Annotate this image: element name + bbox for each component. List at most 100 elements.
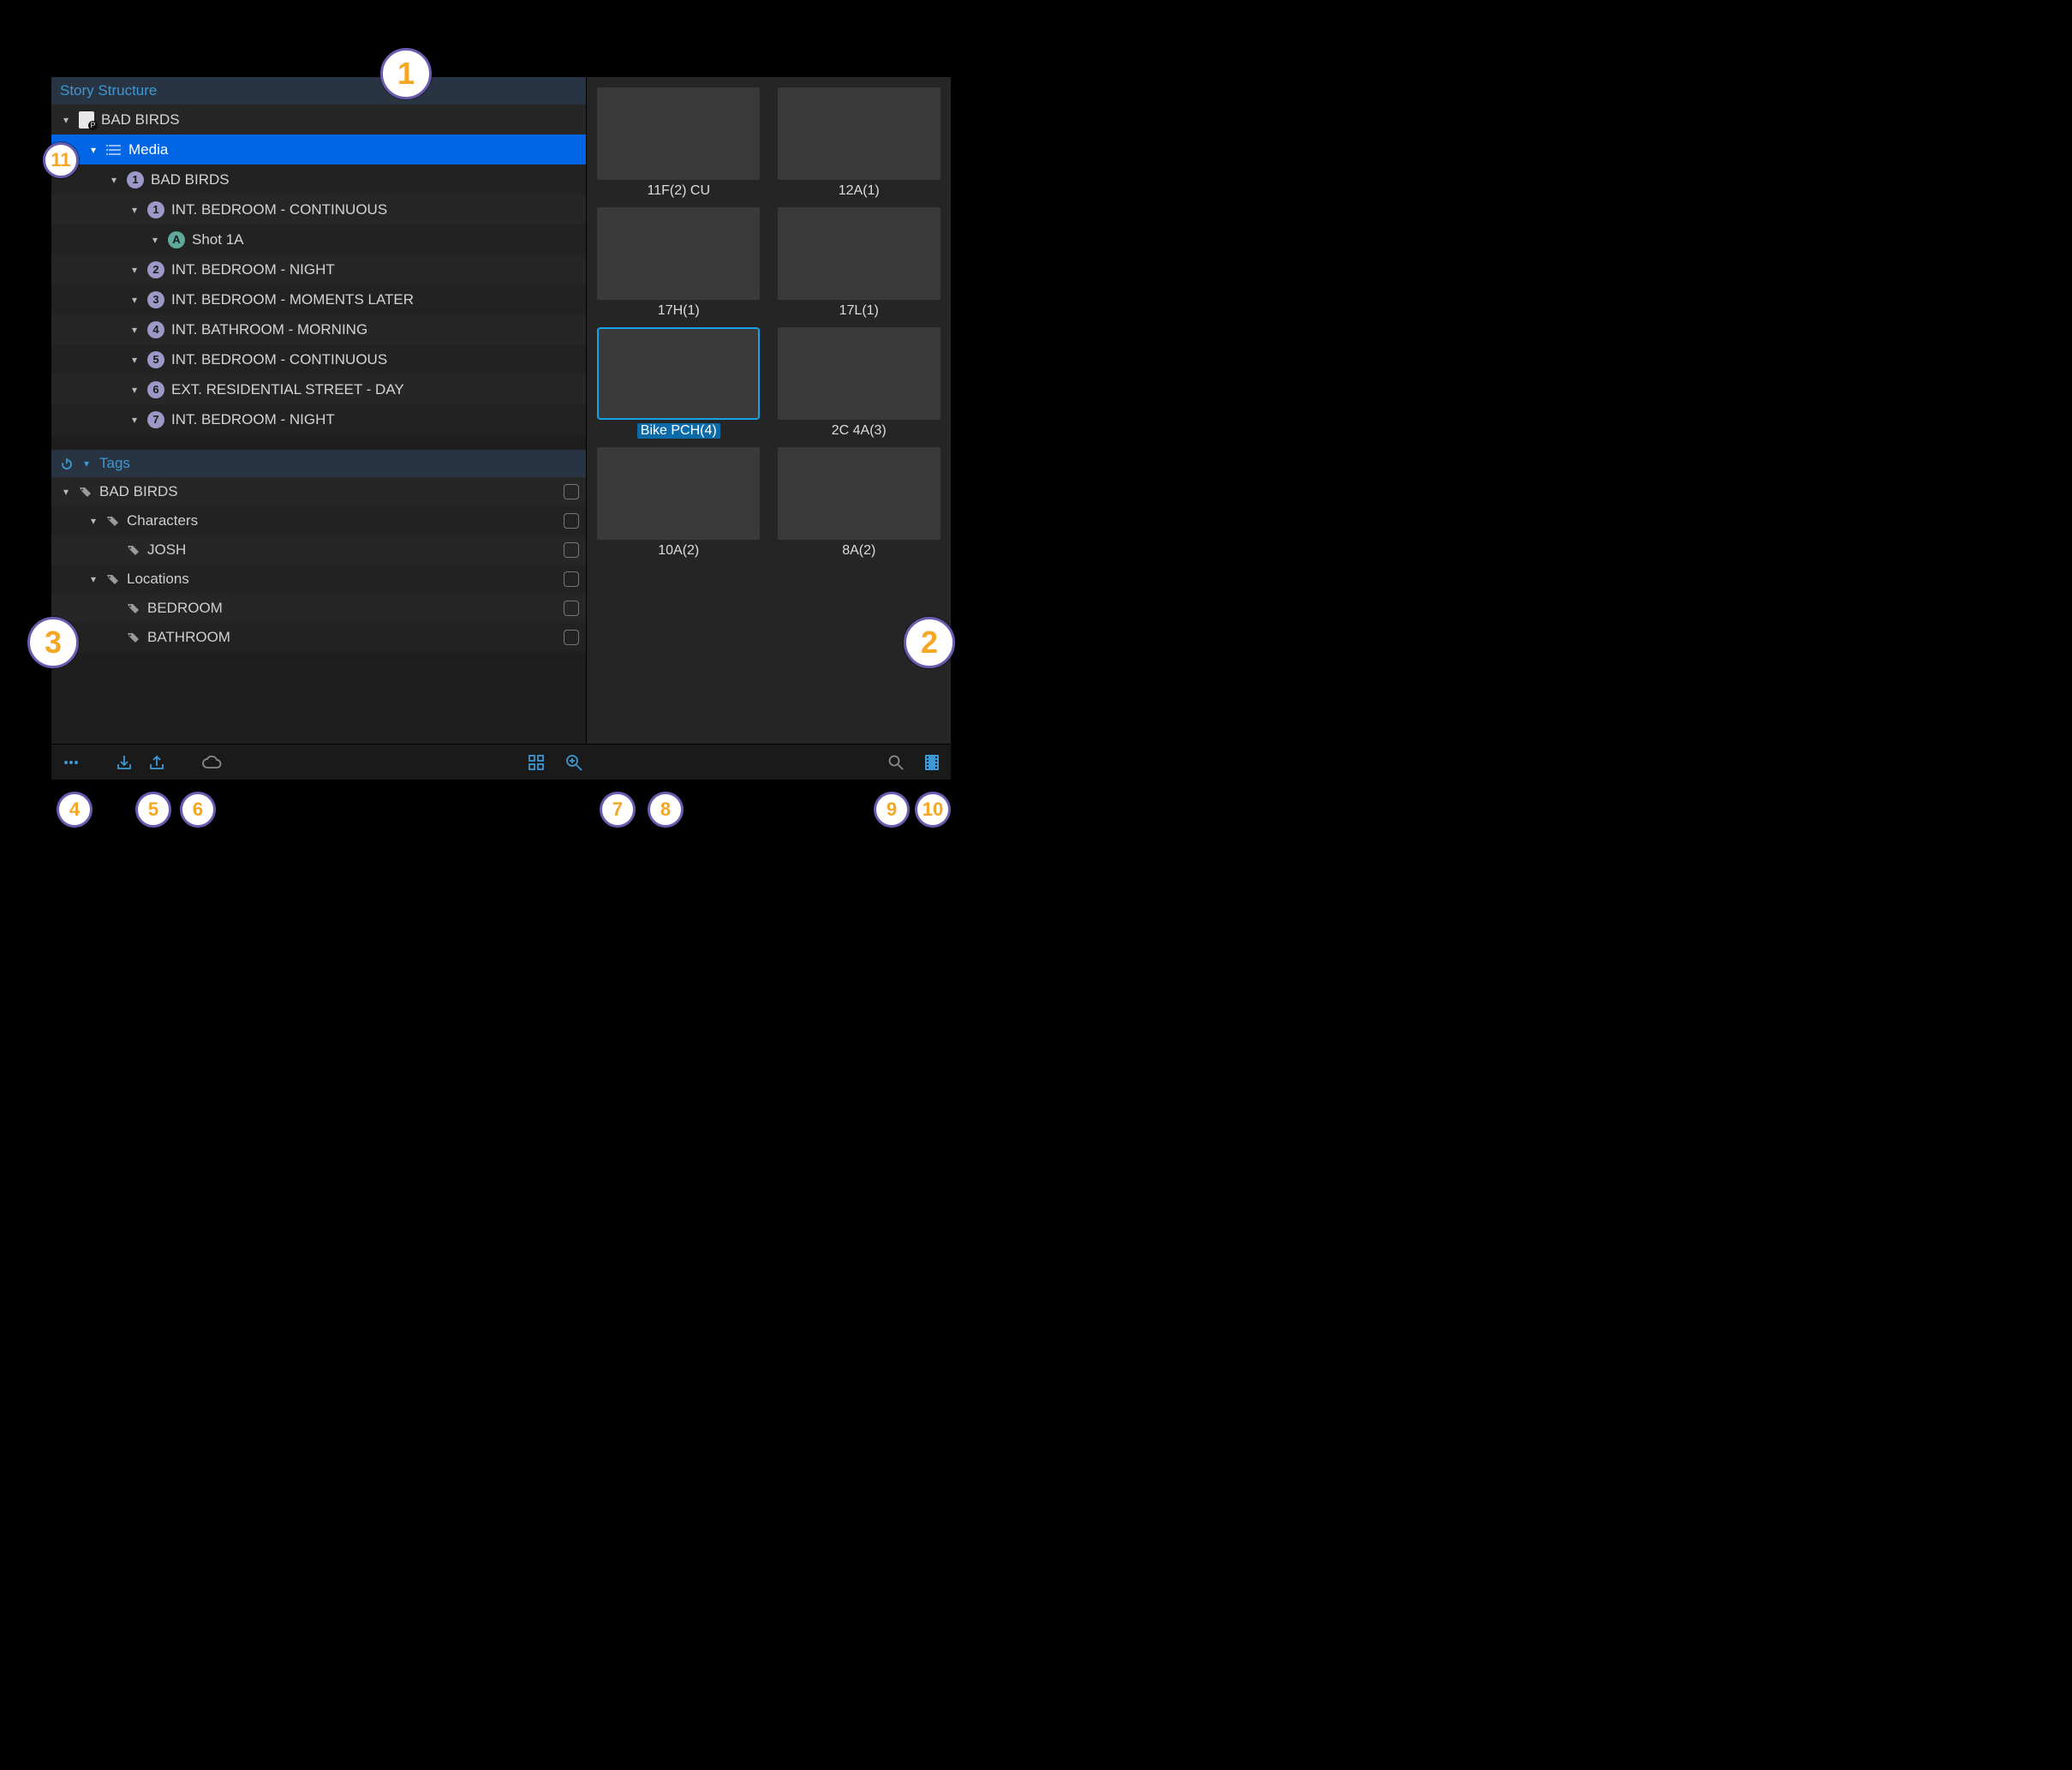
thumbnail-caption: 11F(2) CU: [644, 183, 714, 199]
tag-item[interactable]: JOSH: [51, 535, 586, 565]
chevron-down-icon[interactable]: ▾: [128, 294, 140, 306]
scene-label: INT. BEDROOM - NIGHT: [171, 411, 586, 428]
thumbnail-pane: 11F(2) CU 12A(1) 17H(1) 17L(1) Bike PCH(…: [587, 77, 951, 744]
tags-header[interactable]: ▾ Tags: [51, 450, 586, 477]
tag-icon: [127, 631, 140, 644]
tag-item[interactable]: BATHROOM: [51, 623, 586, 652]
callout-8: 8: [648, 792, 684, 828]
story-structure-header[interactable]: Story Structure: [51, 77, 586, 105]
list-icon: [106, 144, 122, 156]
chevron-down-icon[interactable]: ▾: [81, 457, 93, 469]
thumbnail[interactable]: 10A(2): [594, 447, 764, 559]
chevron-down-icon[interactable]: ▾: [108, 174, 120, 186]
tag-label: BAD BIRDS: [99, 483, 557, 500]
thumbnail-image: [597, 207, 760, 300]
zoom-in-icon[interactable]: [564, 753, 583, 772]
thumbnail[interactable]: 2C 4A(3): [774, 327, 945, 439]
cloud-icon[interactable]: [200, 753, 223, 772]
thumbnail[interactable]: 17H(1): [594, 207, 764, 319]
thumbnail[interactable]: 17L(1): [774, 207, 945, 319]
import-icon[interactable]: [115, 753, 134, 772]
tag-checkbox[interactable]: [564, 542, 579, 558]
section-title: Story Structure: [60, 82, 157, 99]
chevron-down-icon[interactable]: ▾: [87, 515, 99, 527]
tag-label: BEDROOM: [147, 600, 557, 617]
scene-badge: 5: [147, 351, 164, 368]
tree-scene[interactable]: ▾ 5 INT. BEDROOM - CONTINUOUS: [51, 344, 586, 374]
scene-label: INT. BATHROOM - MORNING: [171, 321, 586, 338]
app-window: Story Structure ▾ BAD BIRDS ▾ Media: [51, 77, 951, 780]
chevron-down-icon[interactable]: ▾: [128, 354, 140, 366]
tree-scene[interactable]: ▾ 6 EXT. RESIDENTIAL STREET - DAY: [51, 374, 586, 404]
tag-checkbox[interactable]: [564, 601, 579, 616]
thumbnail[interactable]: 12A(1): [774, 87, 945, 199]
thumbnail-image: [597, 327, 760, 420]
tree-scene[interactable]: ▾ 1 INT. BEDROOM - CONTINUOUS: [51, 194, 586, 224]
callout-6: 6: [180, 792, 216, 828]
media-label: Media: [128, 141, 586, 158]
scene-badge: 6: [147, 381, 164, 398]
scene-badge: 7: [147, 411, 164, 428]
tag-checkbox[interactable]: [564, 484, 579, 499]
tag-label: BATHROOM: [147, 629, 557, 646]
callout-3: 3: [27, 617, 79, 668]
thumbnail-caption: 17H(1): [654, 303, 703, 319]
chevron-down-icon[interactable]: ▾: [87, 573, 99, 585]
tag-label: JOSH: [147, 541, 557, 559]
act-label: BAD BIRDS: [151, 171, 586, 188]
project-label: BAD BIRDS: [101, 111, 586, 129]
callout-10: 10: [915, 792, 951, 828]
more-icon[interactable]: [62, 753, 81, 772]
tag-icon: [127, 543, 140, 557]
chevron-down-icon[interactable]: ▾: [149, 234, 161, 246]
power-icon[interactable]: [60, 457, 74, 470]
tree-scene[interactable]: ▾ 3 INT. BEDROOM - MOMENTS LATER: [51, 284, 586, 314]
tree-scene[interactable]: ▾ 4 INT. BATHROOM - MORNING: [51, 314, 586, 344]
chevron-down-icon[interactable]: ▾: [128, 204, 140, 216]
thumbnail-caption: 8A(2): [839, 543, 879, 559]
callout-9: 9: [874, 792, 910, 828]
tag-icon: [106, 514, 120, 528]
shot-label: Shot 1A: [192, 231, 586, 248]
chevron-down-icon[interactable]: ▾: [128, 264, 140, 276]
chevron-down-icon[interactable]: ▾: [128, 324, 140, 336]
grid-view-icon[interactable]: [527, 753, 546, 772]
search-icon[interactable]: [887, 754, 905, 771]
scene-badge: 4: [147, 321, 164, 338]
thumbnail-grid: 11F(2) CU 12A(1) 17H(1) 17L(1) Bike PCH(…: [594, 87, 944, 559]
tag-root[interactable]: ▾ BAD BIRDS: [51, 477, 586, 506]
tree-media[interactable]: ▾ Media: [51, 135, 586, 164]
callout-5: 5: [135, 792, 171, 828]
thumbnail-image: [597, 447, 760, 540]
tree-project[interactable]: ▾ BAD BIRDS: [51, 105, 586, 135]
thumbnail[interactable]: Bike PCH(4): [594, 327, 764, 439]
act-badge: 1: [127, 171, 144, 188]
tag-checkbox[interactable]: [564, 630, 579, 645]
tag-label: Characters: [127, 512, 557, 529]
tree-shot[interactable]: ▾ A Shot 1A: [51, 224, 586, 254]
thumbnail-caption: 2C 4A(3): [828, 423, 890, 439]
chevron-down-icon[interactable]: ▾: [87, 144, 99, 156]
tag-checkbox[interactable]: [564, 513, 579, 529]
tag-item[interactable]: BEDROOM: [51, 594, 586, 623]
thumbnail[interactable]: 11F(2) CU: [594, 87, 764, 199]
callout-7: 7: [600, 792, 636, 828]
story-structure-tree: ▾ BAD BIRDS ▾ Media ▾ 1 BAD BIRDS: [51, 105, 586, 434]
project-icon: [79, 111, 94, 129]
export-icon[interactable]: [147, 753, 166, 772]
chevron-down-icon[interactable]: ▾: [128, 414, 140, 426]
chevron-down-icon[interactable]: ▾: [60, 486, 72, 498]
callout-2: 2: [904, 617, 955, 668]
tree-act[interactable]: ▾ 1 BAD BIRDS: [51, 164, 586, 194]
chevron-down-icon[interactable]: ▾: [60, 114, 72, 126]
tag-characters[interactable]: ▾ Characters: [51, 506, 586, 535]
filmstrip-icon[interactable]: [923, 753, 940, 772]
scene-label: INT. BEDROOM - CONTINUOUS: [171, 351, 586, 368]
tree-scene[interactable]: ▾ 7 INT. BEDROOM - NIGHT: [51, 404, 586, 434]
thumbnail[interactable]: 8A(2): [774, 447, 945, 559]
tree-scene[interactable]: ▾ 2 INT. BEDROOM - NIGHT: [51, 254, 586, 284]
tag-locations[interactable]: ▾ Locations: [51, 565, 586, 594]
scene-label: INT. BEDROOM - MOMENTS LATER: [171, 291, 586, 308]
tag-checkbox[interactable]: [564, 571, 579, 587]
chevron-down-icon[interactable]: ▾: [128, 384, 140, 396]
